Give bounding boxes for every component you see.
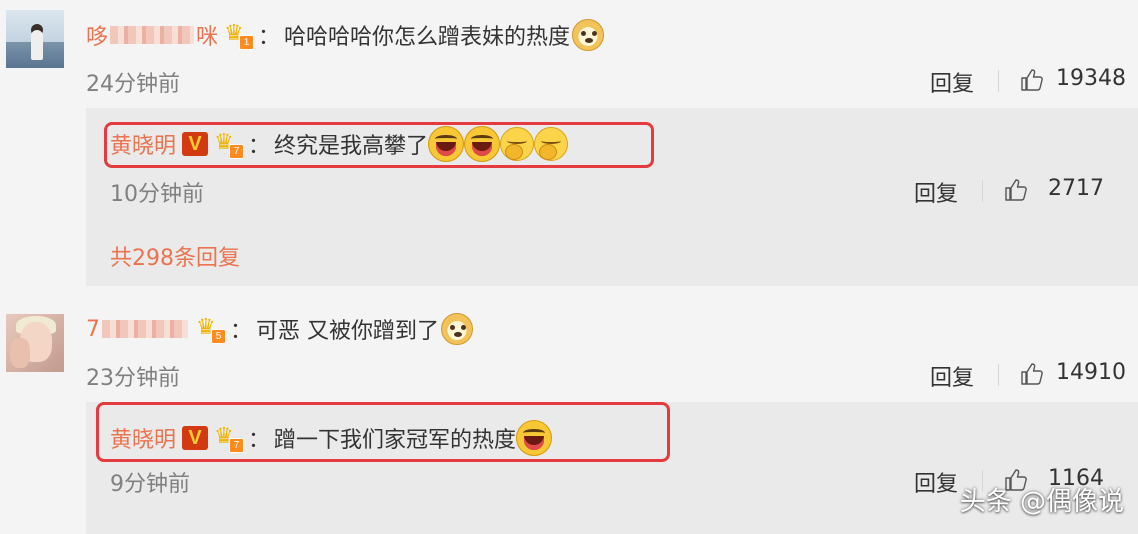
avatar-hand — [10, 338, 30, 368]
reply-meta: 10分钟前 回复 2717 — [110, 172, 1138, 208]
divider — [982, 180, 983, 202]
crown-vip-icon[interactable]: ♛ 7 — [214, 425, 245, 453]
comment-meta: 23分钟前 回复 14910 — [86, 356, 1138, 392]
reply-button[interactable]: 回复 — [930, 360, 974, 392]
crown-vip-icon[interactable]: ♛ 5 — [196, 316, 226, 344]
avatar-person — [31, 30, 43, 60]
username-link[interactable]: 7 — [86, 317, 100, 342]
blurred-username — [102, 320, 188, 338]
reply-header: 黄晓明 V ♛ 7 ： 终究是我高攀了 — [110, 126, 569, 162]
reply-text: 蹭一下我们家冠军的热度 — [274, 428, 517, 453]
reply-button[interactable]: 回复 — [914, 466, 958, 498]
comment-time: 24分钟前 — [86, 72, 180, 97]
thumbs-up-icon[interactable] — [1004, 178, 1028, 202]
like-count: 14910 — [1056, 360, 1126, 385]
comment-time: 23分钟前 — [86, 366, 180, 391]
comment-text: 哈哈哈哈你怎么蹭表妹的热度 — [284, 25, 571, 50]
reply-username-link[interactable]: 黄晓明 — [110, 128, 176, 160]
reply-header: 黄晓明 V ♛ 7 ： 蹭一下我们家冠军的热度 — [110, 420, 553, 456]
username-suffix[interactable]: 咪 — [196, 19, 218, 51]
crown-vip-icon[interactable]: ♛ 1 — [224, 22, 255, 50]
reply-button[interactable]: 回复 — [914, 176, 958, 208]
divider — [998, 364, 999, 386]
yawn-emoji-icon — [500, 127, 535, 161]
vip-level-badge: 7 — [229, 144, 245, 159]
crown-vip-icon[interactable]: ♛ 7 — [214, 131, 245, 159]
thumbs-up-icon[interactable] — [1020, 362, 1044, 386]
doge-emoji-icon — [441, 313, 474, 345]
doge-emoji-icon — [572, 19, 605, 51]
colon-separator: ： — [258, 25, 281, 50]
divider — [998, 70, 999, 92]
vip-level-badge: 1 — [239, 35, 255, 50]
reply-time: 10分钟前 — [110, 182, 204, 207]
like-count: 2717 — [1048, 176, 1104, 201]
verified-v-badge: V — [182, 132, 209, 156]
yawn-emoji-icon — [534, 127, 569, 161]
comment-header: 7 ♛ 5 ： 可恶 又被你蹭到了 — [86, 312, 474, 346]
avatar[interactable] — [6, 314, 64, 372]
vip-level-badge: 5 — [211, 329, 226, 344]
username-link[interactable]: 哆 — [86, 19, 108, 51]
comment-meta: 24分钟前 回复 19348 — [86, 62, 1138, 98]
colon-separator: ： — [248, 428, 271, 453]
reply-time: 9分钟前 — [110, 472, 190, 497]
colon-separator: ： — [230, 319, 253, 344]
colon-separator: ： — [248, 134, 271, 159]
watermark-text: 头条 @偶像说 — [959, 487, 1124, 517]
laugh-emoji-icon — [428, 126, 465, 162]
comment-thread: 哆 咪 ♛ 1 ： 哈哈哈哈你怎么蹭表妹的热度 24分钟前 回复 19348 黄… — [0, 0, 1138, 534]
comment-text: 可恶 又被你蹭到了 — [256, 319, 440, 344]
reply-button[interactable]: 回复 — [930, 66, 974, 98]
reply-username-link[interactable]: 黄晓明 — [110, 422, 176, 454]
reply-text: 终究是我高攀了 — [274, 134, 429, 159]
comment-header: 哆 咪 ♛ 1 ： 哈哈哈哈你怎么蹭表妹的热度 — [86, 18, 605, 52]
laugh-emoji-icon — [464, 126, 501, 162]
avatar[interactable] — [6, 10, 64, 68]
vip-level-badge: 7 — [229, 438, 245, 453]
reply-section: 黄晓明 V ♛ 7 ： 终究是我高攀了 10分钟前 回复 2717 共298条回… — [86, 108, 1138, 286]
comment-item: 哆 咪 ♛ 1 ： 哈哈哈哈你怎么蹭表妹的热度 24分钟前 回复 19348 黄… — [0, 0, 1138, 294]
thumbs-up-icon[interactable] — [1020, 68, 1044, 92]
verified-v-badge: V — [182, 426, 209, 450]
like-count: 19348 — [1056, 66, 1126, 91]
more-replies-link[interactable]: 共298条回复 — [110, 240, 240, 272]
laugh-emoji-icon — [516, 420, 553, 456]
blurred-username — [110, 26, 195, 44]
